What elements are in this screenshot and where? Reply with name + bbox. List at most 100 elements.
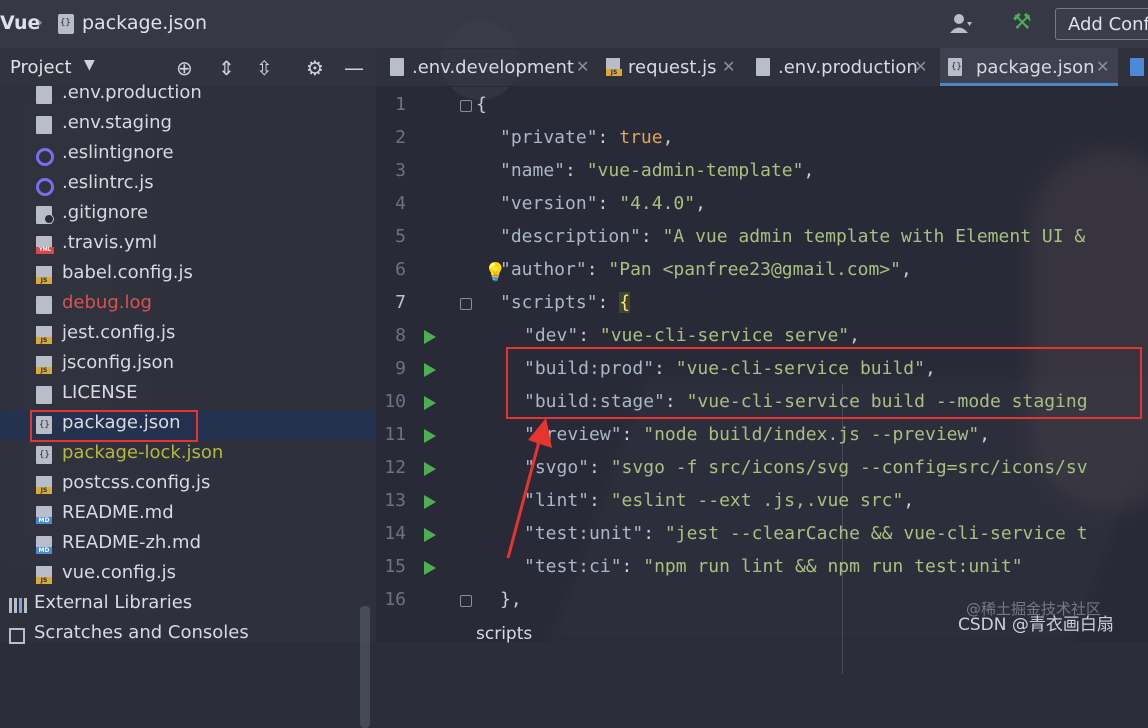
navigation-bar: Vue › package.json ⚒ Add Conf [0, 0, 1148, 49]
json-value: "npm run lint && npm run test:unit" [643, 556, 1023, 577]
build-scripts-highlight-box [506, 347, 1142, 419]
code-line[interactable]: "private": true, [500, 127, 673, 148]
code-line[interactable]: { [476, 94, 487, 115]
json-value: { [619, 292, 631, 313]
tab-package-json[interactable]: package.json ✕ [940, 48, 1118, 86]
close-icon[interactable]: ✕ [722, 57, 735, 76]
user-icon[interactable] [950, 12, 972, 34]
tree-item-label: README.md [62, 502, 174, 523]
line-number: 10 [384, 391, 406, 412]
code-line[interactable]: "description": "A vue admin template wit… [500, 226, 1085, 247]
run-script-icon[interactable] [424, 429, 436, 443]
tree-item-env-staging[interactable]: .env.staging [0, 110, 376, 140]
expand-all-icon[interactable]: ⇕ [218, 56, 235, 80]
tab-label: package.json [976, 57, 1095, 78]
tree-item-label: jest.config.js [62, 322, 176, 343]
breadcrumb-file[interactable]: package.json [82, 12, 207, 34]
code-line[interactable]: "dev": "vue-cli-service serve", [524, 325, 860, 346]
line-number: 13 [384, 490, 406, 511]
tree-item-label: .env.staging [62, 112, 172, 133]
json-value: "A vue admin template with Element UI & [662, 226, 1086, 247]
file-icon [36, 386, 52, 404]
code-line[interactable]: "scripts": { [500, 292, 631, 313]
tree-item-jest-config[interactable]: jest.config.js [0, 320, 376, 350]
tree-item-label: .env.production [62, 82, 202, 103]
tab-ts-file[interactable] [1122, 48, 1148, 86]
tree-item-label: babel.config.js [62, 262, 193, 283]
tree-item-eslintrc[interactable]: .eslintrc.js [0, 170, 376, 200]
code-line[interactable]: "svgo": "svgo -f src/icons/svg --config=… [524, 457, 1088, 478]
yml-file-icon [36, 236, 54, 254]
add-configuration-button[interactable]: Add Conf [1055, 8, 1148, 40]
tree-item-gitignore[interactable]: .gitignore [0, 200, 376, 230]
fold-icon[interactable] [460, 100, 472, 112]
tree-item-debug-log[interactable]: debug.log [0, 290, 376, 320]
code-line[interactable]: "version": "4.4.0", [500, 193, 706, 214]
code-line[interactable]: "author": "Pan <panfree23@gmail.com>", [500, 259, 912, 280]
build-hammer-icon[interactable]: ⚒ [1012, 10, 1032, 35]
chevron-down-icon[interactable]: ▼ [84, 57, 95, 73]
file-icon [756, 58, 770, 76]
tree-item-travis-yml[interactable]: .travis.yml [0, 230, 376, 260]
project-panel-title[interactable]: Project [10, 57, 72, 78]
gear-icon[interactable]: ⚙ [306, 56, 324, 80]
tree-item-env-production[interactable]: .env.production [0, 80, 376, 110]
tree-scrollbar[interactable] [360, 606, 370, 728]
line-number: 12 [384, 457, 406, 478]
run-script-icon[interactable] [424, 495, 436, 509]
close-icon[interactable]: ✕ [1096, 57, 1109, 76]
tree-item-scratches[interactable]: Scratches and Consoles [0, 620, 376, 650]
tree-item-babel-config[interactable]: babel.config.js [0, 260, 376, 290]
run-script-icon[interactable] [424, 396, 436, 410]
file-icon [36, 296, 52, 314]
json-value: "eslint --ext .js,.vue src" [610, 490, 904, 511]
js-file-icon [36, 566, 52, 584]
js-file-icon [36, 326, 52, 344]
tree-item-package-lock-json[interactable]: package-lock.json [0, 440, 376, 470]
collapse-all-icon[interactable]: ⇳ [256, 56, 273, 80]
code-line[interactable]: "test:unit": "jest --clearCache && vue-c… [524, 523, 1088, 544]
line-number: 5 [395, 226, 406, 247]
close-icon[interactable]: ✕ [914, 57, 927, 76]
tree-item-license[interactable]: LICENSE [0, 380, 376, 410]
tree-item-postcss-config[interactable]: postcss.config.js [0, 470, 376, 500]
json-value: true [619, 127, 663, 148]
code-punctuation: { [476, 94, 487, 115]
code-line[interactable]: }, [500, 589, 522, 610]
md-file-icon [36, 506, 52, 524]
json-key: "dev" [524, 325, 579, 346]
tree-item-eslintignore[interactable]: .eslintignore [0, 140, 376, 170]
line-number: 7 [395, 292, 406, 313]
tab-env-production[interactable]: .env.production ✕ [748, 48, 934, 86]
tree-item-label: jsconfig.json [62, 352, 174, 373]
tree-item-readme-zh[interactable]: README-zh.md [0, 530, 376, 560]
run-script-icon[interactable] [424, 363, 436, 377]
locate-file-icon[interactable]: ⊕ [176, 56, 193, 80]
line-number: 16 [384, 589, 406, 610]
run-script-icon[interactable] [424, 462, 436, 476]
tree-item-jsconfig[interactable]: jsconfig.json [0, 350, 376, 380]
tab-env-development[interactable]: .env.development ✕ [382, 48, 596, 86]
run-script-icon[interactable] [424, 561, 436, 575]
code-punctuation: , [903, 490, 915, 511]
breadcrumb-project[interactable]: Vue [0, 12, 40, 34]
tree-item-vue-config[interactable]: vue.config.js [0, 560, 376, 590]
tab-label: .env.production [778, 57, 918, 78]
run-script-icon[interactable] [424, 330, 436, 344]
code-punctuation: , [979, 424, 991, 445]
code-line[interactable]: "name": "vue-admin-template", [500, 160, 814, 181]
run-script-icon[interactable] [424, 528, 436, 542]
tree-item-label: LICENSE [62, 382, 138, 403]
ignore-file-icon [36, 206, 54, 224]
hide-panel-icon[interactable]: — [344, 56, 364, 80]
fold-icon[interactable] [460, 298, 472, 310]
tree-item-readme[interactable]: README.md [0, 500, 376, 530]
fold-icon[interactable] [460, 595, 472, 607]
tab-request-js[interactable]: request.js ✕ [598, 48, 754, 86]
tree-item-external-libraries[interactable]: External Libraries [0, 590, 376, 620]
eslint-icon [36, 148, 54, 166]
editor-breadcrumb[interactable]: scripts [476, 624, 532, 644]
tree-item-label: vue.config.js [62, 562, 177, 583]
close-icon[interactable]: ✕ [576, 57, 589, 76]
watermark-csdn: CSDN @青衣画白扇 [958, 615, 1114, 635]
